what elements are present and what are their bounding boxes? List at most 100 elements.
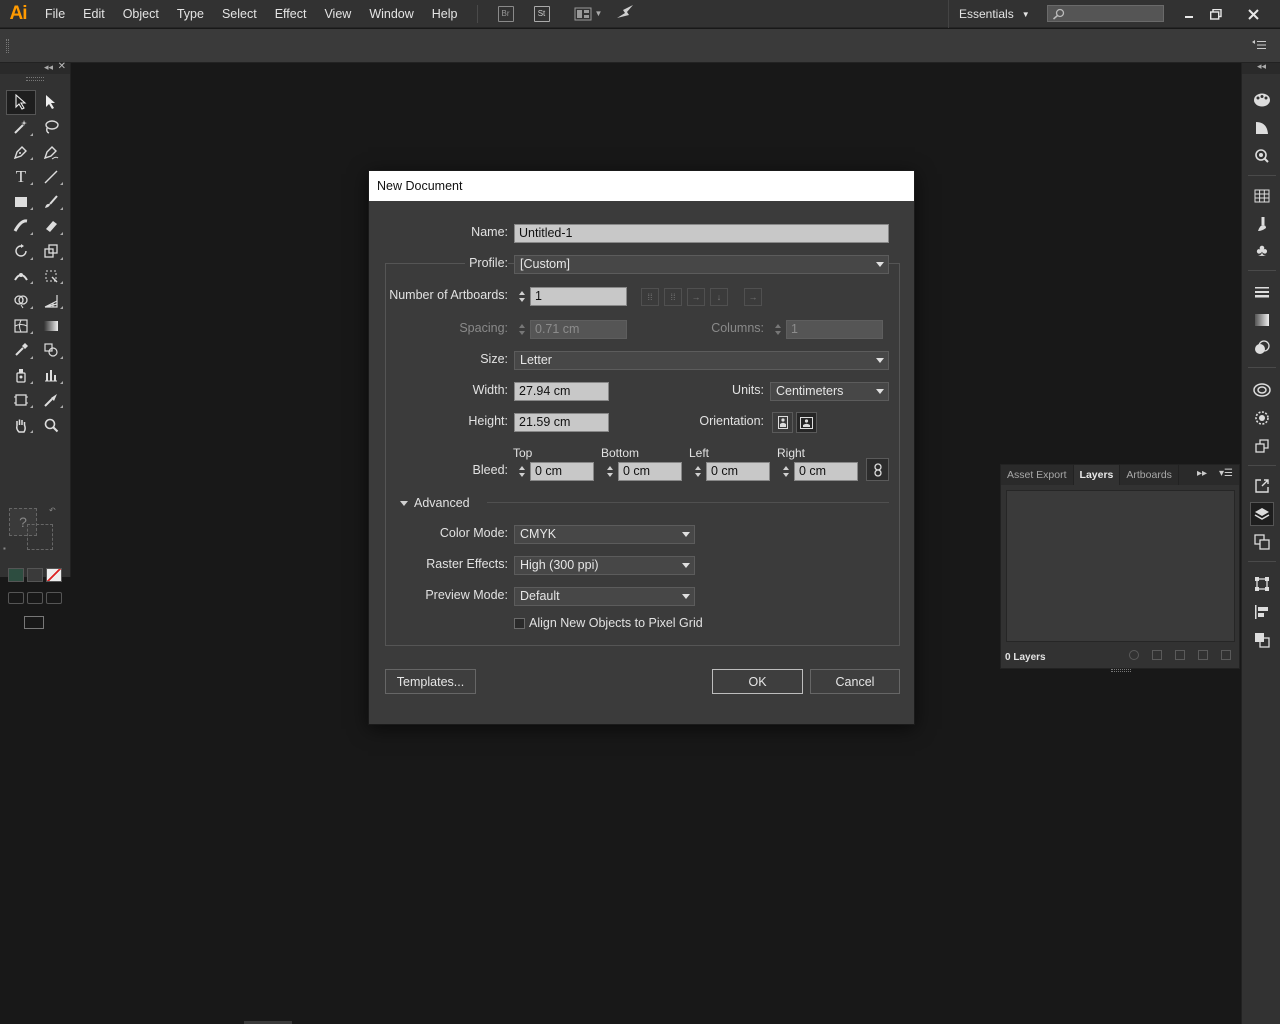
perspective-grid-tool[interactable] — [36, 288, 66, 313]
rectangle-tool[interactable] — [6, 189, 36, 214]
symbol-sprayer-tool[interactable] — [6, 363, 36, 388]
cancel-button[interactable]: Cancel — [810, 669, 900, 694]
appearance-icon[interactable] — [1252, 146, 1272, 166]
default-colors-icon[interactable]: ▪ — [3, 544, 6, 553]
height-field[interactable]: 21.59 cm — [514, 413, 609, 432]
menu-view[interactable]: View — [315, 0, 360, 28]
size-select[interactable]: Letter — [514, 351, 889, 370]
swap-icon[interactable]: ↶ — [49, 506, 56, 515]
gpu-performance-icon[interactable] — [616, 4, 634, 23]
arrange-documents-icon[interactable]: ▼ — [574, 7, 602, 21]
profile-select[interactable]: [Custom] — [514, 255, 889, 274]
artboards-field[interactable]: 1 — [530, 287, 627, 306]
advanced-toggle[interactable]: Advanced — [400, 496, 470, 510]
new-sublayer-icon[interactable] — [1175, 650, 1185, 660]
width-tool[interactable] — [6, 264, 36, 289]
color-guide-icon[interactable] — [1252, 90, 1272, 110]
locate-object-icon[interactable] — [1129, 650, 1139, 660]
swatches-icon[interactable] — [1252, 186, 1272, 206]
eyedropper-tool[interactable] — [6, 338, 36, 363]
preview-mode-select[interactable]: Default — [514, 587, 695, 606]
workspace-switcher[interactable]: Essentials ▼ — [948, 0, 1030, 28]
menu-file[interactable]: File — [36, 0, 74, 28]
search-input[interactable] — [1047, 5, 1164, 22]
bleed-left-field[interactable]: 0 cm — [706, 462, 770, 481]
trash-icon[interactable] — [1221, 650, 1231, 660]
close-button[interactable] — [1238, 0, 1268, 28]
bleed-left-stepper[interactable] — [690, 462, 706, 481]
bleed-bottom-field[interactable]: 0 cm — [618, 462, 682, 481]
line-segment-tool[interactable] — [36, 164, 66, 189]
mesh-tool[interactable] — [6, 313, 36, 338]
width-field[interactable]: 27.94 cm — [514, 382, 609, 401]
minimize-button[interactable] — [1174, 0, 1204, 28]
tab-layers[interactable]: Layers — [1073, 465, 1121, 485]
units-select[interactable]: Centimeters — [770, 382, 889, 401]
bleed-right-field[interactable]: 0 cm — [794, 462, 858, 481]
blend-tool[interactable] — [36, 338, 66, 363]
layers-icon[interactable] — [1250, 502, 1274, 526]
bleed-bottom-stepper[interactable] — [602, 462, 618, 481]
templates-button[interactable]: Templates... — [385, 669, 476, 694]
fill-stroke-widget[interactable]: ? ↶ ▪ — [3, 506, 61, 556]
menu-object[interactable]: Object — [114, 0, 168, 28]
panel-menu-icon[interactable]: ▾☰ — [1219, 468, 1233, 479]
libraries-icon[interactable] — [1252, 380, 1272, 400]
menu-edit[interactable]: Edit — [74, 0, 114, 28]
asset-export-icon[interactable] — [1252, 476, 1272, 496]
menu-help[interactable]: Help — [423, 0, 467, 28]
close-icon[interactable]: ✕ — [58, 61, 66, 72]
bleed-top-field[interactable]: 0 cm — [530, 462, 594, 481]
gradient-mode-button[interactable] — [27, 568, 43, 582]
magic-wand-tool[interactable] — [6, 115, 36, 140]
graphic-styles-icon[interactable] — [1252, 408, 1272, 428]
menu-effect[interactable]: Effect — [266, 0, 316, 28]
transparency-icon[interactable] — [1252, 338, 1272, 358]
expand-icon[interactable]: ◂◂ — [1257, 61, 1266, 72]
stock-icon[interactable]: St — [533, 5, 550, 22]
lasso-tool[interactable] — [36, 115, 66, 140]
collapse-icon[interactable]: ◂◂ — [44, 62, 53, 73]
tab-asset-export[interactable]: Asset Export — [1001, 465, 1074, 485]
symbols-icon[interactable]: ♣ — [1252, 241, 1272, 261]
ok-button[interactable]: OK — [712, 669, 803, 694]
zoom-tool[interactable] — [36, 412, 66, 437]
type-tool[interactable]: T — [6, 164, 36, 189]
gradient-icon[interactable] — [1252, 310, 1272, 330]
gradient-tool[interactable] — [36, 313, 66, 338]
stroke-swatch[interactable] — [27, 524, 53, 550]
landscape-orientation-button[interactable] — [796, 412, 817, 433]
rotate-tool[interactable] — [6, 239, 36, 264]
new-layer-icon[interactable] — [1198, 650, 1208, 660]
panel-menu-icon[interactable] — [1252, 40, 1266, 53]
bleed-right-stepper[interactable] — [778, 462, 794, 481]
menu-window[interactable]: Window — [360, 0, 422, 28]
portrait-orientation-button[interactable] — [772, 412, 793, 433]
menu-select[interactable]: Select — [213, 0, 266, 28]
draw-behind-button[interactable] — [27, 592, 43, 604]
tools-grip[interactable] — [26, 77, 44, 81]
scale-tool[interactable] — [36, 239, 66, 264]
menu-type[interactable]: Type — [168, 0, 213, 28]
layers-list[interactable] — [1006, 490, 1235, 642]
selection-tool[interactable] — [6, 90, 36, 115]
shape-builder-tool[interactable] — [6, 288, 36, 313]
color-mode-select[interactable]: CMYK — [514, 525, 695, 544]
slice-tool[interactable] — [36, 388, 66, 413]
transform-icon[interactable] — [1252, 574, 1272, 594]
brushes-icon[interactable] — [1252, 214, 1272, 234]
screen-mode-button[interactable] — [24, 616, 44, 629]
raster-effects-select[interactable]: High (300 ppi) — [514, 556, 695, 575]
draw-inside-button[interactable] — [46, 592, 62, 604]
color-icon[interactable] — [1252, 118, 1272, 138]
paintbrush-tool[interactable] — [36, 189, 66, 214]
align-icon[interactable] — [1252, 602, 1272, 622]
color-mode-button[interactable] — [8, 568, 24, 582]
pixel-grid-checkbox[interactable] — [514, 618, 525, 629]
none-mode-button[interactable] — [46, 568, 62, 582]
pen-tool[interactable] — [6, 140, 36, 165]
restore-button[interactable] — [1201, 0, 1231, 28]
bridge-icon[interactable]: Br — [497, 5, 514, 22]
clipping-mask-icon[interactable] — [1152, 650, 1162, 660]
name-field[interactable]: Untitled-1 — [514, 224, 889, 243]
